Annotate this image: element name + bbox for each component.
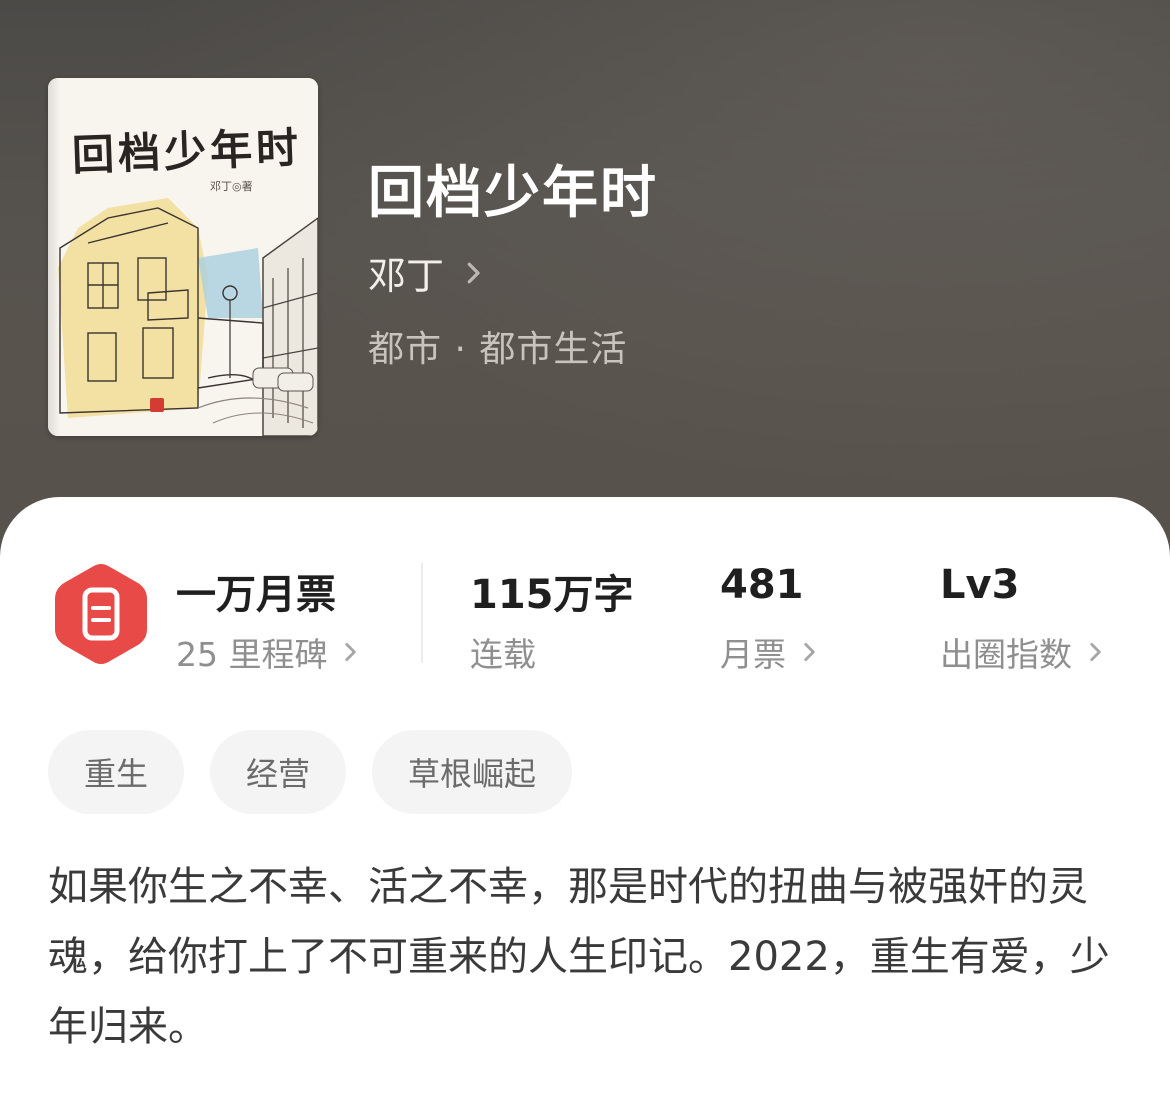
monthly-ticket-count: 481: [720, 562, 804, 608]
author-name: 邓丁: [368, 254, 445, 298]
ticket-icon[interactable]: [52, 560, 150, 668]
tag-chip[interactable]: 草根崛起: [372, 730, 573, 814]
popularity-label: 出圈指数: [940, 635, 1072, 674]
stats-divider: [421, 563, 423, 663]
tag-chip[interactable]: 经营: [210, 730, 347, 814]
tag-list: 重生 经营 草根崛起: [48, 730, 598, 814]
serial-status: 连载: [470, 628, 536, 676]
monthly-ticket-label: 月票: [720, 635, 786, 674]
cover-spine: [48, 78, 60, 436]
genre-label[interactable]: 都市 · 都市生活: [368, 320, 627, 372]
monthly-ticket-milestone: 一万月票: [176, 572, 336, 618]
popularity-level: Lv3: [940, 562, 1020, 608]
cover-title: 回档少年时: [71, 122, 303, 180]
serial-status-label: 连载: [470, 635, 536, 674]
milestone-label: 25 里程碑: [176, 635, 328, 674]
author-link[interactable]: 邓丁: [368, 245, 488, 300]
publisher-seal-icon: [150, 398, 164, 412]
popularity-link[interactable]: 出圈指数: [940, 628, 1108, 676]
milestone-link[interactable]: 25 里程碑: [176, 628, 363, 676]
chevron-right-icon: [467, 262, 480, 283]
cover-author: 邓丁◎著: [210, 180, 253, 193]
book-cover[interactable]: 回档少年时 邓丁◎著: [48, 78, 318, 436]
book-title: 回档少年时: [368, 161, 658, 226]
chevron-right-icon: [1090, 643, 1101, 661]
monthly-ticket-link[interactable]: 月票: [720, 628, 822, 676]
word-count: 115万字: [470, 572, 634, 618]
tag-chip[interactable]: 重生: [48, 730, 185, 814]
chevron-right-icon: [804, 643, 815, 661]
chevron-right-icon: [345, 643, 357, 661]
book-description[interactable]: 如果你生之不幸、活之不幸，那是时代的扭曲与被强奸的灵魂，给你打上了不可重来的人生…: [48, 852, 1118, 1062]
